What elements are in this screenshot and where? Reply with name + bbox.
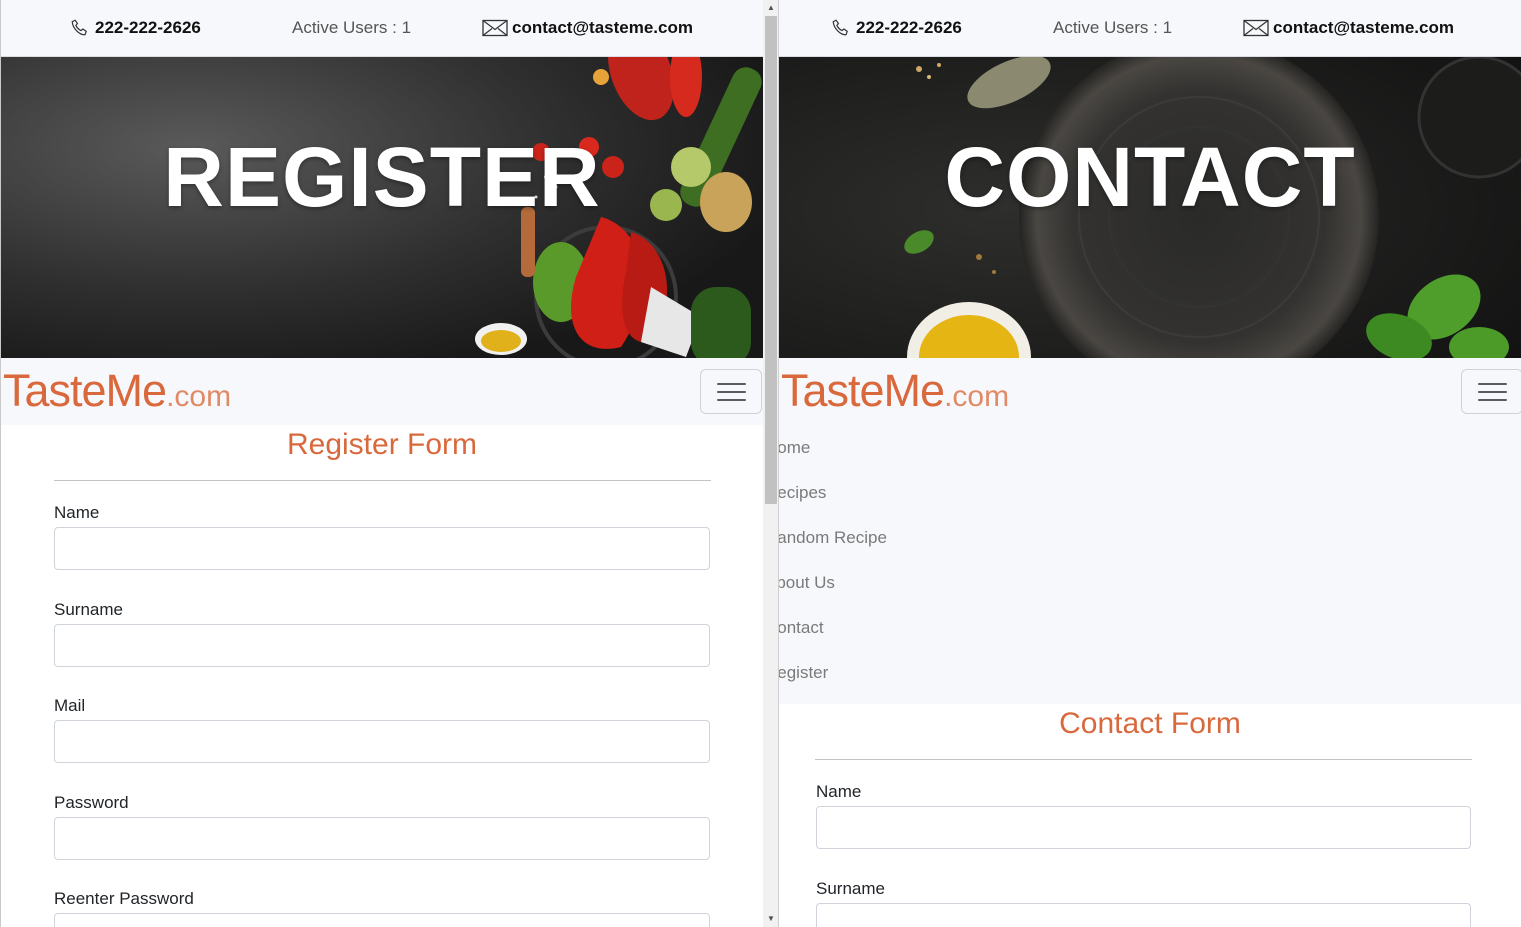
hamburger-icon-line <box>1478 399 1507 401</box>
scroll-down-arrow-icon[interactable]: ▼ <box>763 911 779 927</box>
hero-banner: CONTACT <box>779 57 1521 358</box>
password-input[interactable] <box>54 817 710 860</box>
email-address: contact@tasteme.com <box>1273 18 1454 37</box>
menu-item-home[interactable]: Home <box>779 438 810 458</box>
hamburger-icon-line <box>1478 391 1507 393</box>
surname-input[interactable] <box>54 624 710 667</box>
menu-item-recipes[interactable]: Recipes <box>779 483 826 503</box>
navbar: TasteMe.com <box>779 358 1521 425</box>
name-input[interactable] <box>54 527 710 570</box>
brand-logo[interactable]: TasteMe.com <box>3 368 231 413</box>
envelope-icon <box>1243 19 1269 37</box>
phone-icon <box>832 19 848 36</box>
name-input[interactable] <box>816 806 1471 849</box>
phone-number: 222-222-2626 <box>856 18 962 37</box>
hamburger-icon-line <box>717 399 746 401</box>
phone-link[interactable]: 222-222-2626 <box>69 16 201 40</box>
hamburger-icon <box>717 383 746 385</box>
menu-item-about-us[interactable]: About Us <box>779 573 835 593</box>
mail-label: Mail <box>54 696 86 715</box>
contact-bar: 222-222-2626 Active Users : 1 contact@ta… <box>1 0 763 57</box>
contact-page: 222-222-2626 Active Users : 1 contact@ta… <box>779 0 1521 927</box>
surname-input[interactable] <box>816 903 1471 927</box>
active-users-count: Active Users : 1 <box>1053 18 1173 37</box>
reenter-password-label: Reenter Password <box>54 889 194 908</box>
form-title: Register Form <box>286 428 478 461</box>
phone-link[interactable]: 222-222-2626 <box>830 16 962 40</box>
active-users-count: Active Users : 1 <box>292 18 412 37</box>
divider <box>54 480 711 481</box>
envelope-icon <box>482 19 508 37</box>
brand-name: TasteMe <box>3 365 167 416</box>
nav-menu: Home Recipes Random Recipe About Us Cont… <box>779 425 1521 704</box>
surname-label: Surname <box>816 879 885 898</box>
menu-toggle-button[interactable] <box>700 369 762 414</box>
register-page: 222-222-2626 Active Users : 1 contact@ta… <box>0 0 763 927</box>
name-label: Name <box>54 503 100 522</box>
hero-banner: REGISTER <box>1 57 763 358</box>
brand-name: TasteMe <box>781 365 945 416</box>
hamburger-icon <box>1478 383 1507 385</box>
mail-input[interactable] <box>54 720 710 763</box>
email-link[interactable]: contact@tasteme.com <box>1243 16 1454 40</box>
name-label: Name <box>816 782 862 801</box>
brand-suffix: .com <box>166 380 232 413</box>
scroll-thumb[interactable] <box>765 16 777 504</box>
phone-number: 222-222-2626 <box>95 18 201 37</box>
menu-item-register[interactable]: Register <box>779 663 828 683</box>
menu-item-random-recipe[interactable]: Random Recipe <box>779 528 887 548</box>
reenter-password-input[interactable] <box>54 913 710 927</box>
menu-toggle-button[interactable] <box>1461 369 1521 414</box>
hamburger-icon-line <box>717 391 746 393</box>
divider <box>815 759 1472 760</box>
phone-icon <box>71 19 87 36</box>
scrollbar[interactable]: ▲ ▼ <box>763 0 779 927</box>
password-label: Password <box>54 793 129 812</box>
email-link[interactable]: contact@tasteme.com <box>482 16 693 40</box>
brand-suffix: .com <box>944 380 1010 413</box>
form-title: Contact Form <box>1059 707 1241 740</box>
hero-title: REGISTER <box>163 130 601 224</box>
surname-label: Surname <box>54 600 123 619</box>
email-address: contact@tasteme.com <box>512 18 693 37</box>
navbar: TasteMe.com <box>1 358 763 425</box>
scroll-up-arrow-icon[interactable]: ▲ <box>763 0 779 16</box>
hero-title: CONTACT <box>944 130 1356 224</box>
menu-item-contact[interactable]: Contact <box>779 618 824 638</box>
contact-bar: 222-222-2626 Active Users : 1 contact@ta… <box>779 0 1521 57</box>
brand-logo[interactable]: TasteMe.com <box>781 368 1009 413</box>
